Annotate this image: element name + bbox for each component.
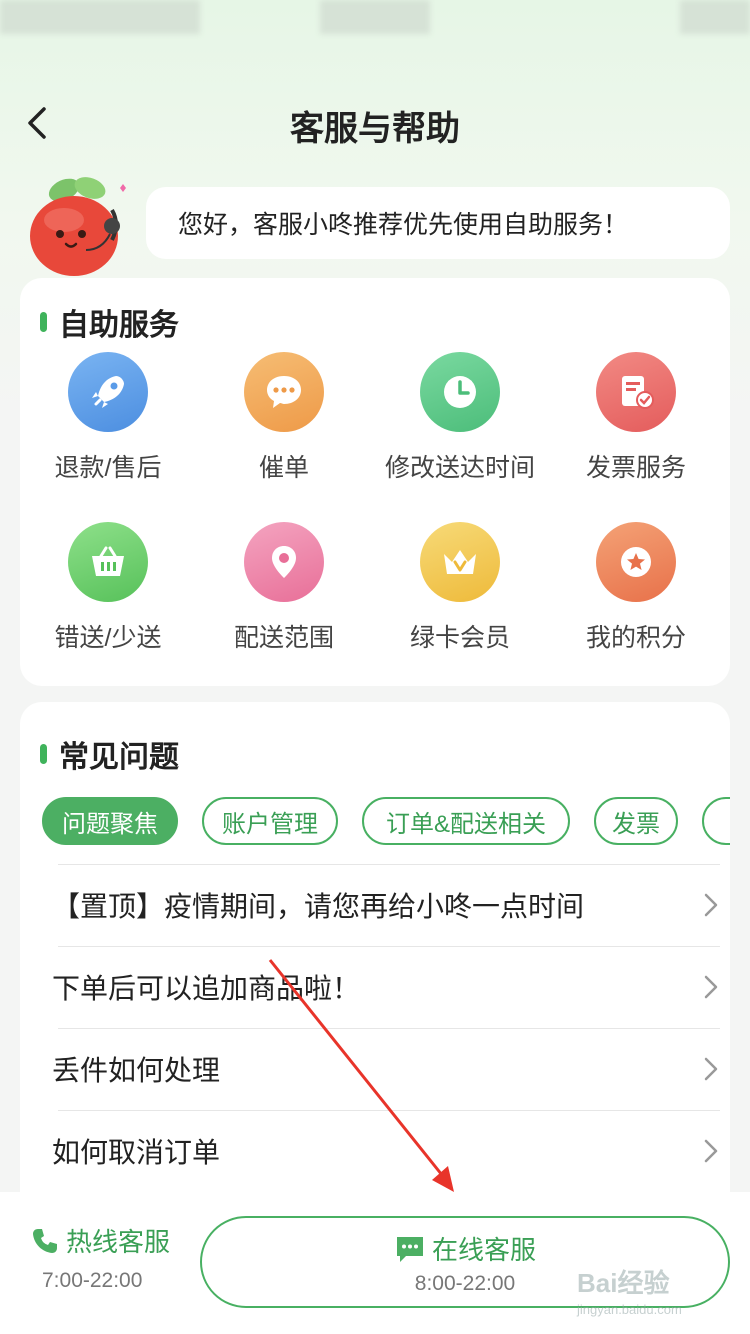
title-accent-bar xyxy=(40,312,47,332)
chat-dots-icon xyxy=(244,352,324,432)
faq-item[interactable]: 【置顶】疫情期间，请您再给小咚一点时间 xyxy=(52,864,720,946)
status-bar xyxy=(0,0,750,40)
mascot-avatar xyxy=(30,177,126,276)
service-label: 修改送达时间 xyxy=(384,454,535,482)
basket-icon xyxy=(68,522,148,602)
service-label: 错送/少送 xyxy=(54,624,162,652)
faq-question: 下单后可以追加商品啦！ xyxy=(52,973,361,1004)
location-pin-icon xyxy=(244,522,324,602)
chevron-right-icon xyxy=(704,975,718,999)
hotline-service-button[interactable]: 热线客服 7:00-22:00 xyxy=(30,1222,180,1293)
service-label: 配送范围 xyxy=(233,624,334,652)
page-title: 客服与帮助 xyxy=(290,110,460,148)
hotline-label: 热线客服 xyxy=(66,1227,171,1257)
online-label: 在线客服 xyxy=(431,1235,536,1265)
service-label: 退款/售后 xyxy=(54,454,162,482)
status-bar-blur-left xyxy=(0,0,200,34)
title-accent-bar xyxy=(40,744,47,764)
service-refund[interactable]: 退款/售后 xyxy=(20,352,196,484)
service-green-card-member[interactable]: 绿卡会员 xyxy=(372,522,548,654)
service-invoice[interactable]: 发票服务 xyxy=(548,352,724,484)
star-badge-icon xyxy=(596,522,676,602)
service-label: 催单 xyxy=(258,454,309,482)
faq-item[interactable]: 丢件如何处理 xyxy=(52,1028,720,1110)
chevron-right-icon xyxy=(704,1139,718,1163)
clock-icon xyxy=(420,352,500,432)
faq-question: 如何取消订单 xyxy=(52,1137,221,1168)
online-row: 在线客服 xyxy=(202,1230,728,1267)
chevron-right-icon xyxy=(704,1057,718,1081)
tab-more-partial[interactable] xyxy=(702,797,730,845)
self-service-title: 自助服务 xyxy=(40,300,179,344)
chat-bubble-icon xyxy=(396,1236,423,1262)
faq-item[interactable]: 如何取消订单 xyxy=(52,1110,720,1192)
service-delivery-range[interactable]: 配送范围 xyxy=(196,522,372,654)
phone-icon xyxy=(33,1228,57,1253)
faq-item[interactable]: 下单后可以追加商品啦！ xyxy=(52,946,720,1028)
tab-focus-issues[interactable]: 问题聚焦 xyxy=(42,797,178,845)
hotline-row: 热线客服 xyxy=(30,1222,180,1259)
status-bar-blur-center xyxy=(320,0,430,34)
rocket-icon xyxy=(68,352,148,432)
nav-bar: 客服与帮助 xyxy=(0,95,750,155)
online-hours: 8:00-22:00 xyxy=(414,1272,516,1295)
faq-question: 【置顶】疫情期间，请您再给小咚一点时间 xyxy=(52,891,585,922)
service-change-delivery-time[interactable]: 修改送达时间 xyxy=(372,352,548,484)
bottom-bar: 热线客服 7:00-22:00 在线客服 8:00-22:00 xyxy=(0,1192,750,1334)
tab-account-management[interactable]: 账户管理 xyxy=(202,797,338,845)
faq-title-text: 常见问题 xyxy=(59,741,179,774)
faq-card: 常见问题 问题聚焦 账户管理 订单&配送相关 发票 【置顶】疫情期间，请您再给小… xyxy=(20,702,730,1222)
faq-tabs: 问题聚焦 账户管理 订单&配送相关 发票 xyxy=(42,797,730,847)
hotline-hours: 7:00-22:00 xyxy=(42,1269,143,1292)
service-wrong-missing-delivery[interactable]: 错送/少送 xyxy=(20,522,196,654)
faq-title: 常见问题 xyxy=(40,732,179,776)
crown-icon xyxy=(420,522,500,602)
greeting-text: 您好，客服小咚推荐优先使用自助服务！ xyxy=(178,211,629,239)
service-my-points[interactable]: 我的积分 xyxy=(548,522,724,654)
service-label: 我的积分 xyxy=(585,624,686,652)
invoice-icon xyxy=(596,352,676,432)
tab-invoice[interactable]: 发票 xyxy=(594,797,678,845)
service-urge-order[interactable]: 催单 xyxy=(196,352,372,484)
chevron-right-icon xyxy=(704,893,718,917)
online-service-button[interactable]: 在线客服 8:00-22:00 xyxy=(200,1216,730,1308)
tab-order-delivery[interactable]: 订单&配送相关 xyxy=(362,797,570,845)
self-service-card: 自助服务 退款/售后 催单 修改送达时间 发票服务 错送/少送 配送范围 绿卡会… xyxy=(20,278,730,686)
service-label: 绿卡会员 xyxy=(409,624,510,652)
faq-question: 丢件如何处理 xyxy=(52,1055,221,1086)
greeting-bubble: 您好，客服小咚推荐优先使用自助服务！ xyxy=(146,187,730,259)
status-bar-blur-right xyxy=(680,0,750,34)
self-service-title-text: 自助服务 xyxy=(59,309,179,342)
service-label: 发票服务 xyxy=(585,454,686,482)
